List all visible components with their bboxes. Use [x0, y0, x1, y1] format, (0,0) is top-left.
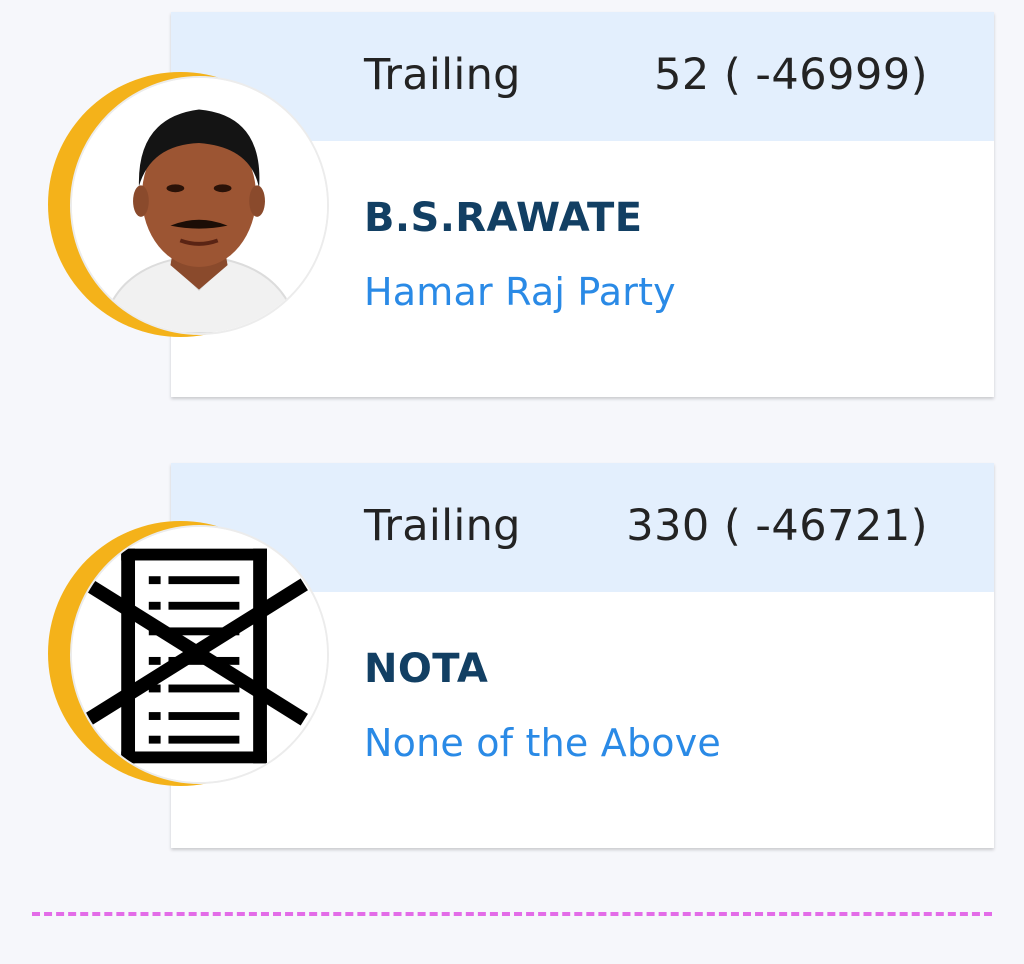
- nota-symbol: [72, 527, 327, 782]
- nota-ballot-crossed-icon: [70, 525, 329, 784]
- candidate-name: B.S.RAWATE: [364, 195, 643, 241]
- candidate-photo: [70, 76, 329, 335]
- nota-avatar: [48, 521, 331, 786]
- candidate-photo-image: [72, 78, 327, 333]
- candidate-avatar: [48, 72, 331, 337]
- dashed-divider: [32, 912, 992, 916]
- party-name: None of the Above: [364, 721, 721, 765]
- vote-count: 52 ( -46999): [654, 50, 928, 100]
- vote-count: 330 ( -46721): [626, 501, 928, 551]
- result-status: Trailing: [364, 501, 521, 551]
- candidate-name: NOTA: [364, 646, 489, 692]
- result-status: Trailing: [364, 50, 521, 100]
- party-name: Hamar Raj Party: [364, 270, 676, 314]
